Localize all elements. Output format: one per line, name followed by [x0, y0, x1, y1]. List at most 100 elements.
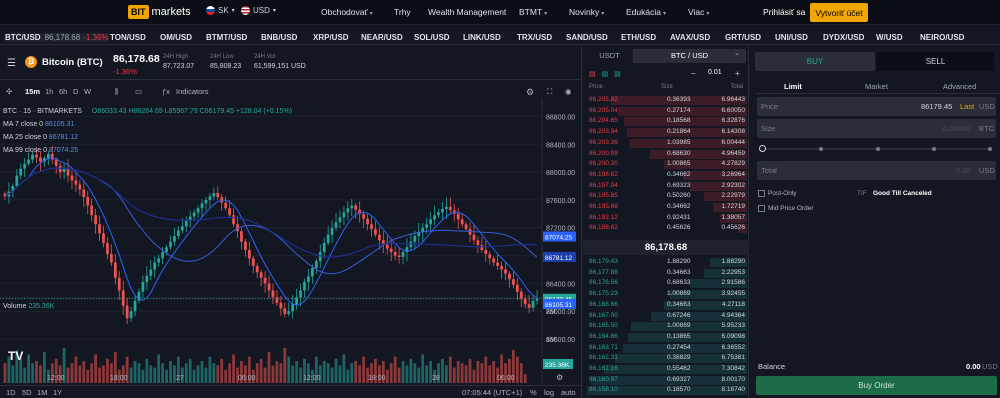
type-limit[interactable]: Limit — [784, 82, 802, 91]
price-last-tag[interactable]: Last — [960, 102, 974, 111]
type-market[interactable]: Market — [865, 82, 888, 91]
buy-order-button[interactable]: Buy Order — [756, 376, 997, 395]
ticker-item-btc-usd[interactable]: BTC/USD 86,178.68 -1.36% — [5, 33, 109, 42]
nav-trade[interactable]: Obchodovať ▾ — [321, 7, 373, 17]
ticker-item-dydx-usd[interactable]: DYDX/USD — [823, 33, 864, 42]
mid-price-checkbox[interactable] — [758, 205, 765, 212]
book-row[interactable]: 86,165.50 1.00869 5.95233 — [587, 321, 747, 332]
range-5d[interactable]: 5D — [22, 388, 32, 397]
slider-step-25[interactable] — [819, 147, 823, 151]
nav-markets[interactable]: Trhy — [394, 7, 411, 17]
book-row[interactable]: 86,203.36 1.03985 6.00444 — [587, 138, 747, 149]
book-row[interactable]: 86,205.82 0.36393 6.96443 — [587, 95, 747, 106]
nav-btmt[interactable]: BTMT ▾ — [519, 7, 547, 17]
book-row[interactable]: 86,204.65 0.18568 6.32876 — [587, 116, 747, 127]
ticker-item-avax-usd[interactable]: AVAX/USD — [670, 33, 710, 42]
book-row[interactable]: 86,168.66 0.34663 4.27118 — [587, 300, 747, 311]
ticker-item-ton-usd[interactable]: TON/USD — [110, 33, 146, 42]
book-view-icons[interactable]: ▤ ▤ ▤ — [589, 70, 621, 78]
bitmarkets-logo[interactable]: BIT markets — [128, 4, 191, 20]
ticker-item-bnb-usd[interactable]: BNB/USD — [261, 33, 297, 42]
book-row[interactable]: 86,197.94 0.69323 2.92302 — [587, 181, 747, 192]
ticker-item-om-usd[interactable]: OM/USD — [160, 33, 192, 42]
ticker-item-trx-usd[interactable]: TRX/USD — [517, 33, 552, 42]
slider-step-75[interactable] — [932, 147, 936, 151]
range-1d[interactable]: 1D — [6, 388, 16, 397]
book-price: 86,205.04 — [589, 106, 618, 114]
slider-handle[interactable] — [759, 145, 766, 152]
ticker-item-grt-usd[interactable]: GRT/USD — [725, 33, 761, 42]
type-advanced[interactable]: Advanced — [943, 82, 976, 91]
book-bids-icon[interactable]: ▤ — [614, 71, 621, 78]
book-row[interactable]: 86,188.62 0.45626 0.45626 — [587, 223, 747, 234]
sell-tab[interactable]: SELL — [877, 52, 994, 71]
nav-wealth[interactable]: Wealth Management — [428, 7, 506, 17]
tab-btc-usd[interactable]: BTC / USD — [633, 49, 746, 63]
book-size: 0.13865 — [667, 332, 691, 340]
login-link[interactable]: Prihlásiť sa — [763, 7, 805, 17]
book-asks-icon[interactable]: ▤ — [589, 71, 596, 78]
step-value[interactable]: 0.01 — [708, 69, 722, 76]
log-toggle[interactable]: log — [544, 388, 554, 397]
candle-body — [39, 157, 42, 162]
range-1y[interactable]: 1Y — [53, 388, 62, 397]
book-row[interactable]: 86,167.00 0.67246 4.94364 — [587, 311, 747, 322]
ticker-item-sol-usd[interactable]: SOL/USD — [414, 33, 450, 42]
book-size: 1.00869 — [667, 290, 691, 298]
ticker-item-link-usd[interactable]: LINK/USD — [463, 33, 501, 42]
book-row[interactable]: 86,164.66 0.13865 6.09098 — [587, 332, 747, 343]
book-row[interactable]: 86,176.56 0.68633 2.91586 — [587, 278, 747, 289]
slider-step-100[interactable] — [988, 147, 992, 151]
nav-more[interactable]: Viac ▾ — [688, 7, 709, 17]
tif-select[interactable]: Good Till Canceled — [873, 190, 932, 197]
step-increase[interactable]: + — [735, 69, 740, 78]
book-row[interactable]: 86,161.16 0.55462 7.30842 — [587, 364, 747, 375]
book-row[interactable]: 86,198.62 0.34662 3.26964 — [587, 170, 747, 181]
book-size: 0.18568 — [667, 117, 691, 125]
chevron-down-icon[interactable]: ⌄ — [734, 49, 740, 57]
book-row[interactable]: 86,195.68 0.34662 1.72719 — [587, 202, 747, 213]
book-row[interactable]: 86,177.88 0.34663 2.22953 — [587, 268, 747, 279]
currency-selector[interactable]: USD ▾ — [241, 6, 276, 15]
post-only-checkbox[interactable] — [758, 190, 765, 197]
percent-toggle[interactable]: % — [530, 388, 537, 397]
book-row[interactable]: 86,179.43 1.88290 1.88290 — [587, 257, 747, 268]
book-row[interactable]: 86,195.85 0.50260 2.22979 — [587, 191, 747, 202]
tab-usdt[interactable]: USDT — [586, 49, 633, 63]
nav-news[interactable]: Novinky ▾ — [569, 7, 604, 17]
book-row[interactable]: 86,192.12 0.92431 1.38057 — [587, 213, 747, 224]
signup-button[interactable]: Vytvoriť účet — [810, 3, 868, 22]
book-size: 0.36393 — [667, 96, 691, 103]
price-field[interactable]: Price 86179.45 Last USD — [757, 97, 996, 116]
total-field[interactable]: Total 0.00 USD — [757, 161, 996, 180]
book-row[interactable]: 86,175.23 1.00869 3.92455 — [587, 289, 747, 300]
price-chart[interactable]: 88800.0088400.0088000.0087600.0087200.00… — [0, 46, 582, 398]
size-field[interactable]: Size 0.00000 BTC — [757, 119, 996, 138]
ticker-item-uni-usd[interactable]: UNI/USD — [775, 33, 808, 42]
book-row[interactable]: 86,200.20 1.00865 4.27829 — [587, 159, 747, 170]
buy-tab[interactable]: BUY — [755, 52, 875, 71]
clock-time[interactable]: 07:05:44 (UTC+1) — [462, 388, 522, 397]
range-1m[interactable]: 1M — [37, 388, 47, 397]
candle-body — [58, 165, 62, 173]
slider-step-50[interactable] — [876, 147, 880, 151]
ticker-item-eth-usd[interactable]: ETH/USD — [621, 33, 656, 42]
book-row[interactable]: 86,203.94 0.21864 6.14308 — [587, 127, 747, 138]
book-row[interactable]: 86,205.04 0.27174 6.60050 — [587, 106, 747, 117]
book-row[interactable]: 86,200.99 0.68630 4.96459 — [587, 149, 747, 160]
auto-toggle[interactable]: auto — [561, 388, 576, 397]
book-row[interactable]: 86,160.97 0.69327 8.00170 — [587, 375, 747, 386]
ticker-item-sand-usd[interactable]: SAND/USD — [566, 33, 608, 42]
step-decrease[interactable]: − — [691, 69, 696, 78]
ticker-item-neiro-usd[interactable]: NEIRO/USD — [920, 33, 964, 42]
book-row[interactable]: 86,162.31 0.38829 6.75381 — [587, 353, 747, 364]
ticker-item-near-usd[interactable]: NEAR/USD — [361, 33, 403, 42]
ticker-item-xrp-usd[interactable]: XRP/USD — [313, 33, 349, 42]
book-row[interactable]: 86,158.10 0.18570 8.18740 — [587, 385, 747, 396]
language-selector[interactable]: SK ▾ — [206, 6, 235, 15]
book-row[interactable]: 86,163.71 0.27454 6.36552 — [587, 343, 747, 354]
ticker-item-btmt-usd[interactable]: BTMT/USD — [206, 33, 247, 42]
book-both-icon[interactable]: ▤ — [602, 71, 609, 78]
ticker-item-w-usd[interactable]: W/USD — [876, 33, 903, 42]
nav-education[interactable]: Edukácia ▾ — [626, 7, 666, 17]
